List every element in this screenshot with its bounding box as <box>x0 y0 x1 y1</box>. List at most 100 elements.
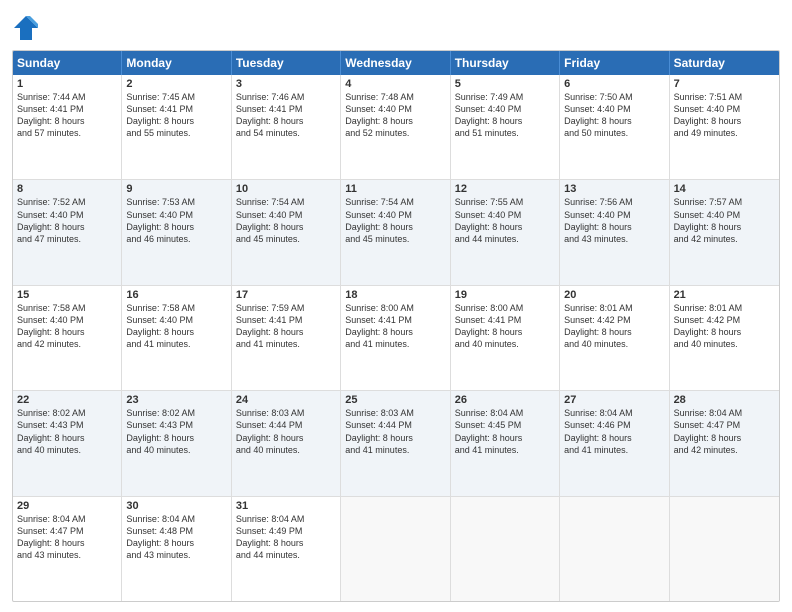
calendar-cell: 22Sunrise: 8:02 AMSunset: 4:43 PMDayligh… <box>13 391 122 495</box>
calendar-cell <box>341 497 450 601</box>
cell-line: and 43 minutes. <box>17 549 117 561</box>
cell-line: Sunset: 4:47 PM <box>17 525 117 537</box>
cell-line: Sunset: 4:46 PM <box>564 419 664 431</box>
day-number: 2 <box>126 78 226 90</box>
day-number: 4 <box>345 78 445 90</box>
cell-line: Daylight: 8 hours <box>674 115 775 127</box>
cell-line: Sunset: 4:40 PM <box>126 209 226 221</box>
cell-line: Sunrise: 8:02 AM <box>126 407 226 419</box>
day-number: 7 <box>674 78 775 90</box>
calendar-cell: 30Sunrise: 8:04 AMSunset: 4:48 PMDayligh… <box>122 497 231 601</box>
cell-line: and 46 minutes. <box>126 233 226 245</box>
cell-line: Sunrise: 7:44 AM <box>17 91 117 103</box>
cell-line: Sunset: 4:40 PM <box>236 209 336 221</box>
cell-line: Daylight: 8 hours <box>236 537 336 549</box>
cell-line: and 41 minutes. <box>236 338 336 350</box>
header-day: Sunday <box>13 51 122 75</box>
cell-line: Sunrise: 8:04 AM <box>236 513 336 525</box>
logo <box>12 14 42 42</box>
day-number: 13 <box>564 183 664 195</box>
cell-line: Sunset: 4:41 PM <box>345 314 445 326</box>
day-number: 19 <box>455 289 555 301</box>
cell-line: and 41 minutes. <box>564 444 664 456</box>
calendar-cell: 16Sunrise: 7:58 AMSunset: 4:40 PMDayligh… <box>122 286 231 390</box>
cell-line: Daylight: 8 hours <box>17 326 117 338</box>
calendar-cell: 25Sunrise: 8:03 AMSunset: 4:44 PMDayligh… <box>341 391 450 495</box>
cell-line: Sunrise: 8:04 AM <box>17 513 117 525</box>
cell-line: Sunset: 4:41 PM <box>236 103 336 115</box>
cell-line: Daylight: 8 hours <box>17 221 117 233</box>
cell-line: Sunrise: 7:59 AM <box>236 302 336 314</box>
cell-line: Sunrise: 7:46 AM <box>236 91 336 103</box>
header-day: Thursday <box>451 51 560 75</box>
day-number: 23 <box>126 394 226 406</box>
cell-line: Daylight: 8 hours <box>455 115 555 127</box>
cell-line: Sunset: 4:40 PM <box>345 103 445 115</box>
cell-line: and 42 minutes. <box>674 233 775 245</box>
calendar-cell: 17Sunrise: 7:59 AMSunset: 4:41 PMDayligh… <box>232 286 341 390</box>
cell-line: and 44 minutes. <box>236 549 336 561</box>
day-number: 16 <box>126 289 226 301</box>
cell-line: Sunset: 4:40 PM <box>345 209 445 221</box>
cell-line: and 40 minutes. <box>455 338 555 350</box>
cell-line: Sunset: 4:49 PM <box>236 525 336 537</box>
day-number: 22 <box>17 394 117 406</box>
cell-line: Sunrise: 8:03 AM <box>236 407 336 419</box>
cell-line: Sunrise: 8:04 AM <box>564 407 664 419</box>
cell-line: and 40 minutes. <box>564 338 664 350</box>
calendar-row: 29Sunrise: 8:04 AMSunset: 4:47 PMDayligh… <box>13 497 779 601</box>
cell-line: Sunset: 4:44 PM <box>345 419 445 431</box>
cell-line: and 55 minutes. <box>126 127 226 139</box>
cell-line: and 41 minutes. <box>126 338 226 350</box>
cell-line: Sunset: 4:40 PM <box>674 209 775 221</box>
calendar-row: 22Sunrise: 8:02 AMSunset: 4:43 PMDayligh… <box>13 391 779 496</box>
cell-line: Sunrise: 7:57 AM <box>674 196 775 208</box>
calendar-cell <box>670 497 779 601</box>
cell-line: and 43 minutes. <box>126 549 226 561</box>
calendar-row: 8Sunrise: 7:52 AMSunset: 4:40 PMDaylight… <box>13 180 779 285</box>
calendar-cell: 19Sunrise: 8:00 AMSunset: 4:41 PMDayligh… <box>451 286 560 390</box>
cell-line: Daylight: 8 hours <box>17 432 117 444</box>
calendar-cell: 12Sunrise: 7:55 AMSunset: 4:40 PMDayligh… <box>451 180 560 284</box>
cell-line: Sunrise: 7:52 AM <box>17 196 117 208</box>
cell-line: Sunrise: 8:04 AM <box>126 513 226 525</box>
calendar-cell: 3Sunrise: 7:46 AMSunset: 4:41 PMDaylight… <box>232 75 341 179</box>
cell-line: Daylight: 8 hours <box>674 326 775 338</box>
day-number: 14 <box>674 183 775 195</box>
calendar-cell: 2Sunrise: 7:45 AMSunset: 4:41 PMDaylight… <box>122 75 231 179</box>
cell-line: Daylight: 8 hours <box>126 221 226 233</box>
cell-line: Sunrise: 8:04 AM <box>455 407 555 419</box>
cell-line: and 41 minutes. <box>345 444 445 456</box>
cell-line: Sunrise: 8:03 AM <box>345 407 445 419</box>
calendar-cell: 11Sunrise: 7:54 AMSunset: 4:40 PMDayligh… <box>341 180 450 284</box>
cell-line: Sunrise: 7:56 AM <box>564 196 664 208</box>
cell-line: Daylight: 8 hours <box>345 326 445 338</box>
calendar-cell: 15Sunrise: 7:58 AMSunset: 4:40 PMDayligh… <box>13 286 122 390</box>
cell-line: and 57 minutes. <box>17 127 117 139</box>
cell-line: Sunrise: 7:54 AM <box>236 196 336 208</box>
day-number: 5 <box>455 78 555 90</box>
cell-line: Sunset: 4:40 PM <box>564 209 664 221</box>
calendar-cell: 13Sunrise: 7:56 AMSunset: 4:40 PMDayligh… <box>560 180 669 284</box>
cell-line: and 40 minutes. <box>126 444 226 456</box>
cell-line: Daylight: 8 hours <box>236 432 336 444</box>
cell-line: Sunset: 4:41 PM <box>236 314 336 326</box>
calendar-body: 1Sunrise: 7:44 AMSunset: 4:41 PMDaylight… <box>13 75 779 601</box>
cell-line: Daylight: 8 hours <box>126 326 226 338</box>
cell-line: Daylight: 8 hours <box>126 537 226 549</box>
day-number: 25 <box>345 394 445 406</box>
page: SundayMondayTuesdayWednesdayThursdayFrid… <box>0 0 792 612</box>
cell-line: Sunrise: 7:54 AM <box>345 196 445 208</box>
cell-line: Daylight: 8 hours <box>455 432 555 444</box>
cell-line: and 45 minutes. <box>236 233 336 245</box>
cell-line: and 51 minutes. <box>455 127 555 139</box>
calendar-cell: 28Sunrise: 8:04 AMSunset: 4:47 PMDayligh… <box>670 391 779 495</box>
day-number: 30 <box>126 500 226 512</box>
cell-line: Sunrise: 7:50 AM <box>564 91 664 103</box>
calendar-cell: 9Sunrise: 7:53 AMSunset: 4:40 PMDaylight… <box>122 180 231 284</box>
cell-line: Daylight: 8 hours <box>126 432 226 444</box>
cell-line: Daylight: 8 hours <box>17 537 117 549</box>
cell-line: Daylight: 8 hours <box>345 432 445 444</box>
cell-line: and 41 minutes. <box>455 444 555 456</box>
cell-line: Sunset: 4:43 PM <box>126 419 226 431</box>
